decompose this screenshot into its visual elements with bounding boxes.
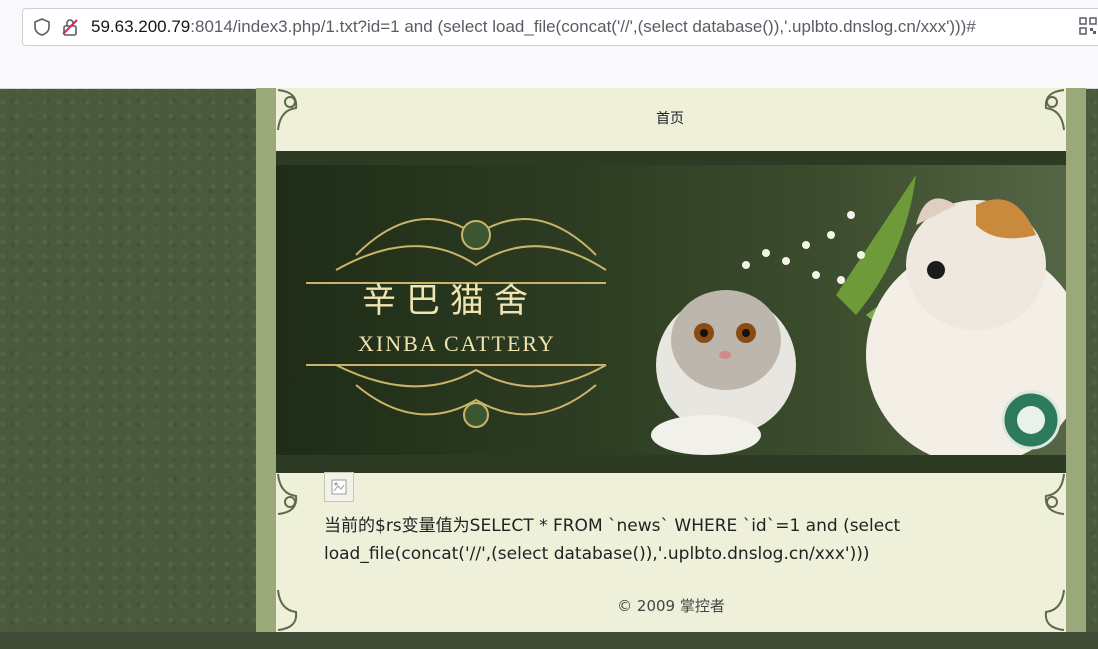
- banner-band: 辛巴猫舍 XINBA CATTERY: [276, 151, 1066, 473]
- banner-image: 辛巴猫舍 XINBA CATTERY: [276, 165, 1066, 455]
- shield-icon[interactable]: [33, 18, 51, 36]
- address-bar[interactable]: 59.63.200.79:8014/index3.php/1.txt?id=1 …: [22, 8, 1098, 46]
- ornament-corner-icon: [276, 472, 320, 516]
- banner-title-en: XINBA CATTERY: [358, 331, 556, 356]
- qr-code-icon[interactable]: [1079, 17, 1097, 35]
- browser-chrome: 59.63.200.79:8014/index3.php/1.txt?id=1 …: [0, 0, 1098, 89]
- banner-title-cn: 辛巴猫舍: [362, 281, 538, 321]
- url-text[interactable]: 59.63.200.79:8014/index3.php/1.txt?id=1 …: [91, 17, 976, 37]
- url-path: :8014/index3.php/1.txt?id=1 and (select …: [190, 17, 976, 36]
- url-host: 59.63.200.79: [91, 17, 191, 36]
- ornament-corner-icon: [276, 88, 320, 132]
- nav-home-link[interactable]: 首页: [656, 108, 684, 128]
- insecure-lock-icon[interactable]: [61, 18, 79, 36]
- ornament-corner-icon: [1022, 472, 1066, 516]
- page-frame: 首页 辛巴猫舍 XINBA CATTERY 当前的$rs变量值为SELECT *…: [256, 88, 1086, 632]
- page-bottom-strip: [0, 632, 1098, 649]
- broken-image-icon: [324, 472, 354, 502]
- ornament-corner-icon: [1022, 88, 1066, 132]
- page-content: 首页 辛巴猫舍 XINBA CATTERY 当前的$rs变量值为SELECT *…: [276, 88, 1066, 632]
- footer-copyright: © 2009 掌控者: [617, 597, 725, 615]
- sql-debug-message: 当前的$rs变量值为SELECT * FROM `news` WHERE `id…: [324, 516, 901, 564]
